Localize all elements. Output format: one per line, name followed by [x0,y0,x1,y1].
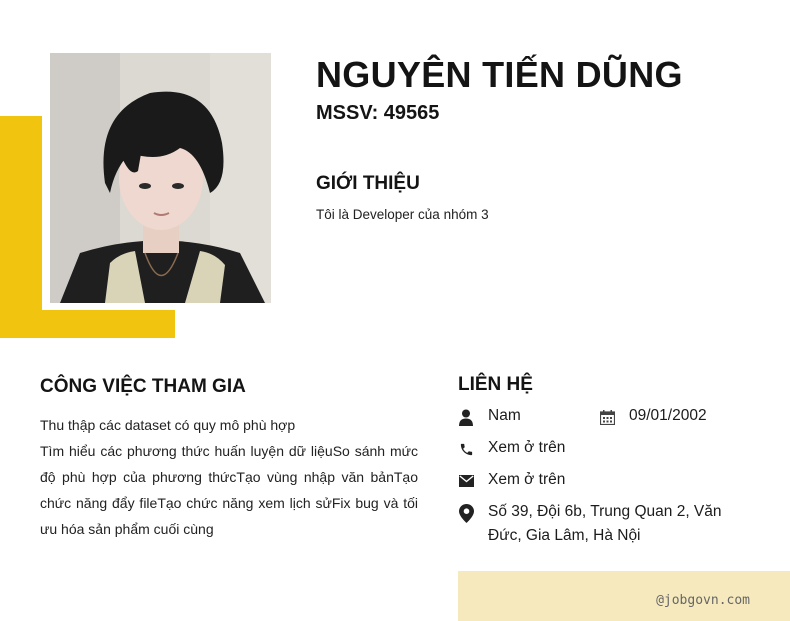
contact-heading: LIÊN HỆ [458,374,533,395]
person-name: NGUYÊN TIẾN DŨNG [316,54,683,95]
person-icon [458,408,474,426]
phone-value: Xem ở trên [488,439,566,456]
email-value: Xem ở trên [488,471,566,488]
envelope-icon [458,472,474,490]
work-heading: CÔNG VIỆC THAM GIA [40,376,246,397]
work-list: Thu thập các dataset có quy mô phù hợp T… [40,412,418,542]
contact-email: Xem ở trên [458,470,565,492]
contact-phone: Xem ở trên [458,438,565,460]
footer-banner: @jobgovn.com [458,571,790,621]
accent-bar-vertical [0,116,42,338]
profile-photo [50,53,271,303]
accent-bar-horizontal [0,310,175,338]
contact-gender: Nam [458,406,521,428]
student-id: MSSV: 49565 [316,102,440,124]
contact-address: Số 39, Đội 6b, Trung Quan 2, Văn Đức, Gi… [458,502,738,548]
phone-icon [458,440,474,458]
intro-text: Tôi là Developer của nhóm 3 [316,207,489,222]
work-item: Thu thập các dataset có quy mô phù hợp [40,417,296,433]
watermark: @jobgovn.com [656,593,750,608]
location-pin-icon [458,503,474,523]
contact-dob: 09/01/2002 [599,406,707,428]
address-value: Số 39, Đội 6b, Trung Quan 2, Văn Đức, Gi… [488,503,722,544]
gender-value: Nam [488,407,521,424]
dob-value: 09/01/2002 [629,407,707,424]
work-item: Tìm hiểu các phương thức huấn luyện dữ l… [40,443,418,537]
calendar-icon [599,408,615,426]
intro-heading: GIỚI THIỆU [316,173,420,194]
